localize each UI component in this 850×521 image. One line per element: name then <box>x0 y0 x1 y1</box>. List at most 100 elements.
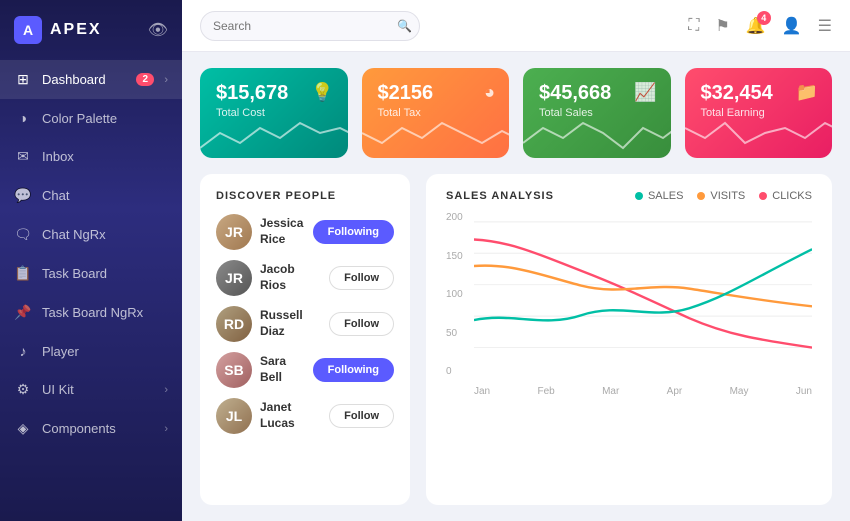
player-icon: ♪ <box>14 343 32 359</box>
x-label: May <box>730 386 749 397</box>
total-sales-icon: 📈 <box>634 82 656 103</box>
person-name: Sara Bell <box>260 354 305 385</box>
chat-icon: 💬 <box>14 187 32 204</box>
search-input[interactable] <box>200 11 420 41</box>
discover-panel: DISCOVER PEOPLE JR Jessica Rice Followin… <box>200 174 410 505</box>
expand-icon[interactable]: ⛶ <box>688 17 699 35</box>
sidebar-item-label: Task Board NgRx <box>42 305 168 320</box>
clicks-legend-label: CLICKS <box>772 190 812 202</box>
follow-button-jacob[interactable]: Follow <box>329 266 394 290</box>
header-actions: ⛶ ⚑ 🔔 4 👤 ☰ <box>688 16 832 36</box>
follow-button-jessica[interactable]: Following <box>313 220 394 244</box>
sidebar-item-label: Player <box>42 344 168 359</box>
x-label: Apr <box>667 386 683 397</box>
inbox-icon: ✉ <box>14 148 32 165</box>
sidebar-item-label: Inbox <box>42 149 168 164</box>
person-name: Jacob Rios <box>260 262 321 293</box>
sales-header: SALES ANALYSIS SALES VISITS CLICKS <box>446 190 812 202</box>
sales-dot <box>635 192 643 200</box>
flag-icon[interactable]: ⚑ <box>715 16 729 36</box>
clicks-dot <box>759 192 767 200</box>
y-label: 100 <box>446 289 471 300</box>
search-box: 🔍 <box>200 11 420 41</box>
sidebar-item-dashboard[interactable]: ⊞ Dashboard 2 › <box>0 60 182 99</box>
menu-icon[interactable]: ☰ <box>818 16 832 36</box>
total-tax-amount: $2156 <box>378 82 494 105</box>
logo-icon: A <box>14 16 42 44</box>
sidebar-nav: ⊞ Dashboard 2 › ◑ Color Palette ✉ Inbox … <box>0 60 182 521</box>
sidebar-item-label: UI Kit <box>42 382 154 397</box>
person-name: Jessica Rice <box>260 216 305 247</box>
follow-button-sara[interactable]: Following <box>313 358 394 382</box>
wave-chart <box>523 113 671 158</box>
wave-chart <box>362 113 510 158</box>
avatar: JR <box>216 214 252 250</box>
x-label: Jan <box>474 386 490 397</box>
stat-card-total-tax: $2156 Total Tax ◕ <box>362 68 510 158</box>
wave-chart <box>685 113 833 158</box>
sales-legend-label: SALES <box>648 190 683 202</box>
list-item: JL Janet Lucas Follow <box>216 398 394 434</box>
user-icon[interactable]: 👤 <box>782 16 802 36</box>
x-label: Jun <box>796 386 812 397</box>
search-icon[interactable]: 🔍 <box>397 19 412 33</box>
sidebar-item-ui-kit[interactable]: ⚙ UI Kit › <box>0 370 182 409</box>
sidebar: A APEX 👁 ⊞ Dashboard 2 › ◑ Color Palette… <box>0 0 182 521</box>
person-name: Russell Diaz <box>260 308 321 339</box>
sidebar-item-chat[interactable]: 💬 Chat <box>0 176 182 215</box>
avatar: RD <box>216 306 252 342</box>
x-label: Feb <box>537 386 554 397</box>
bottom-row: DISCOVER PEOPLE JR Jessica Rice Followin… <box>200 174 832 505</box>
main-content: 🔍 ⛶ ⚑ 🔔 4 👤 ☰ $15,678 Total Cost 💡 <box>182 0 850 521</box>
stat-card-total-sales: $45,668 Total Sales 📈 <box>523 68 671 158</box>
sidebar-item-color-palette[interactable]: ◑ Color Palette <box>0 99 182 137</box>
list-item: JR Jessica Rice Following <box>216 214 394 250</box>
app-name: APEX <box>50 21 102 39</box>
sidebar-item-player[interactable]: ♪ Player <box>0 332 182 370</box>
sidebar-item-label: Components <box>42 421 154 436</box>
bell-icon[interactable]: 🔔 4 <box>746 16 766 36</box>
y-label: 200 <box>446 212 471 223</box>
total-earning-icon: 📁 <box>796 82 818 103</box>
chart-legend: SALES VISITS CLICKS <box>635 190 812 202</box>
visits-legend-label: VISITS <box>710 190 745 202</box>
sidebar-item-components[interactable]: ◈ Components › <box>0 409 182 448</box>
discover-title: DISCOVER PEOPLE <box>216 190 394 202</box>
chevron-right-icon: › <box>164 384 168 396</box>
color-palette-icon: ◑ <box>14 110 32 126</box>
sidebar-item-chat-ngrx[interactable]: 🗨 Chat NgRx <box>0 215 182 254</box>
sidebar-toggle-icon[interactable]: 👁 <box>148 20 168 40</box>
dashboard-badge: 2 <box>136 73 154 86</box>
y-axis-labels: 200 150 100 50 0 <box>446 212 471 377</box>
chart-container: 200 150 100 50 0 <box>446 212 812 397</box>
visits-dot <box>697 192 705 200</box>
stat-card-total-cost: $15,678 Total Cost 💡 <box>200 68 348 158</box>
sales-panel: SALES ANALYSIS SALES VISITS CLICKS <box>426 174 832 505</box>
sales-title: SALES ANALYSIS <box>446 190 554 202</box>
stat-card-total-earning: $32,454 Total Earning 📁 <box>685 68 833 158</box>
x-label: Mar <box>602 386 619 397</box>
chevron-right-icon: › <box>164 74 168 86</box>
ui-kit-icon: ⚙ <box>14 381 32 398</box>
legend-sales: SALES <box>635 190 683 202</box>
sidebar-item-inbox[interactable]: ✉ Inbox <box>0 137 182 176</box>
person-name: Janet Lucas <box>260 400 321 431</box>
sidebar-item-task-board[interactable]: 📋 Task Board <box>0 254 182 293</box>
chat-ngrx-icon: 🗨 <box>14 226 32 243</box>
y-label: 0 <box>446 366 471 377</box>
list-item: SB Sara Bell Following <box>216 352 394 388</box>
sidebar-item-task-board-ngrx[interactable]: 📌 Task Board NgRx <box>0 293 182 332</box>
visits-line <box>474 266 812 307</box>
follow-button-janet[interactable]: Follow <box>329 404 394 428</box>
avatar: SB <box>216 352 252 388</box>
dashboard-icon: ⊞ <box>14 71 32 88</box>
sidebar-item-label: Chat <box>42 188 168 203</box>
wave-chart <box>200 113 348 158</box>
x-axis-labels: Jan Feb Mar Apr May Jun <box>474 386 812 397</box>
avatar: JL <box>216 398 252 434</box>
y-label: 150 <box>446 251 471 262</box>
sidebar-item-label: Dashboard <box>42 72 126 87</box>
total-tax-icon: ◕ <box>484 82 495 103</box>
follow-button-russell[interactable]: Follow <box>329 312 394 336</box>
task-board-ngrx-icon: 📌 <box>14 304 32 321</box>
